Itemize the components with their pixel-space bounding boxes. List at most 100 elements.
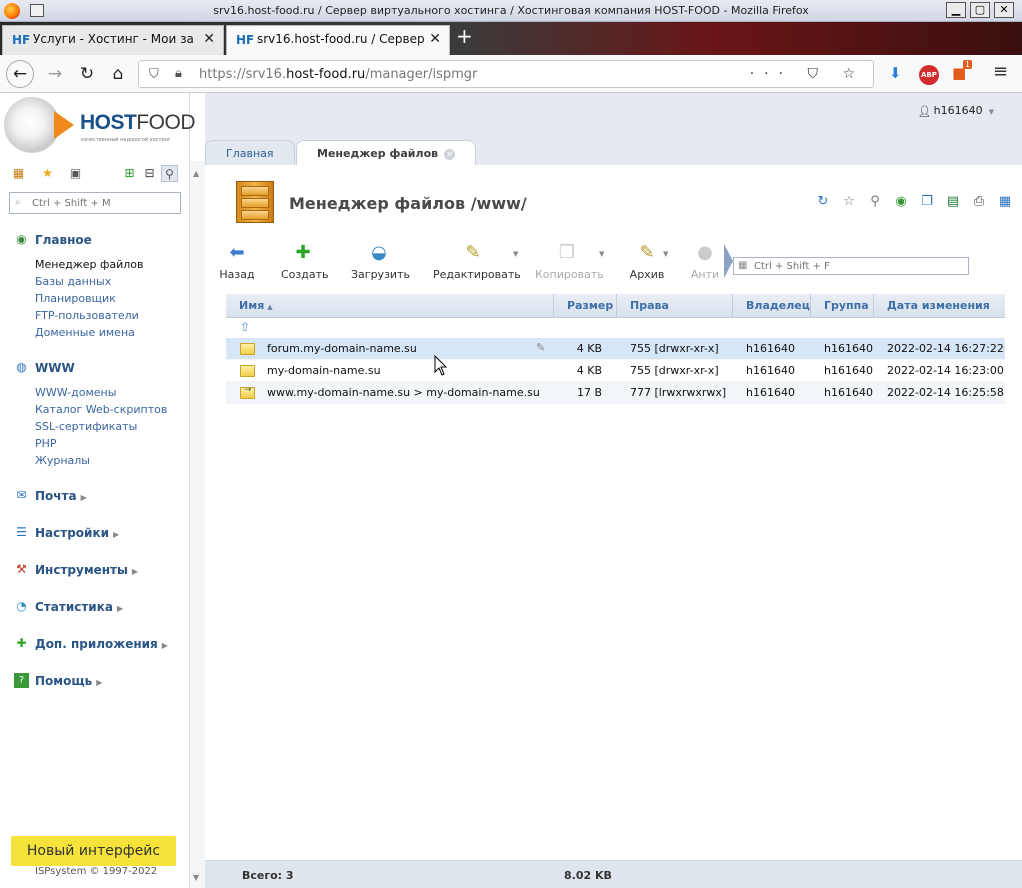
- column-perms[interactable]: Права: [617, 294, 733, 318]
- chevron-right-icon: ▶: [131, 567, 139, 576]
- sidebar-item-ssl[interactable]: SSL-сертификаты: [14, 418, 184, 435]
- back-arrow-icon: ⬅: [229, 242, 245, 263]
- menu-group-settings[interactable]: ☰ Настройки ▶: [14, 525, 184, 543]
- sidebar-item-databases[interactable]: Базы данных: [14, 273, 184, 290]
- new-interface-button[interactable]: Новый интерфейс: [11, 836, 176, 866]
- favorites-star-icon[interactable]: ★: [39, 165, 56, 182]
- column-size[interactable]: Размер: [554, 294, 617, 318]
- downloads-icon[interactable]: ⬇: [889, 64, 902, 82]
- excel-export-icon[interactable]: ▤: [944, 193, 962, 211]
- pin-icon[interactable]: ⚲: [866, 193, 884, 211]
- sidebar-item-scheduler[interactable]: Планировщик: [14, 290, 184, 307]
- sidebar-item-php[interactable]: PHP: [14, 435, 184, 452]
- table-row[interactable]: www.my-domain-name.su > my-domain-name.s…: [226, 382, 1005, 404]
- home-button[interactable]: ⌂: [105, 61, 131, 87]
- cell-name[interactable]: my-domain-name.su: [267, 360, 381, 382]
- forward-button[interactable]: →: [42, 61, 68, 87]
- hostfood-logo[interactable]: HOSTFOOD качественный недорогой хостинг: [4, 97, 196, 157]
- browser-tab-srv16[interactable]: HF srv16.host-food.ru / Сервер ✕: [226, 25, 450, 55]
- toolbar-edit-button[interactable]: ✎ Редактировать: [433, 241, 521, 283]
- file-manager-page: Менеджер файлов /www/ ↻ ☆ ⚲ ◉ ❐ ▤ ⎙ ▦ ⬅ …: [205, 165, 1022, 888]
- sidebar-item-domain-names[interactable]: Доменные имена: [14, 324, 184, 341]
- tab-file-manager[interactable]: Менеджер файлов ✕: [296, 140, 477, 166]
- close-tab-icon[interactable]: ✕: [203, 31, 215, 47]
- table-settings-icon[interactable]: ▦: [996, 193, 1014, 211]
- table-row[interactable]: forum.my-domain-name.su ✎ 4 KB 755 [drwx…: [226, 338, 1005, 360]
- sidebar-item-ftp-users[interactable]: FTP-пользователи: [14, 307, 184, 324]
- sidebar-item-logs[interactable]: Журналы: [14, 452, 184, 469]
- file-cabinet-icon: [232, 181, 278, 223]
- archive-dropdown-icon[interactable]: ▼: [663, 250, 668, 258]
- column-modified[interactable]: Дата изменения: [874, 294, 1005, 318]
- table-header: Имя ▲ Размер Права Владелец Группа Дата и…: [226, 294, 1005, 318]
- toolbar-create-button[interactable]: ✚ Создать: [281, 241, 329, 283]
- menu-group-mail[interactable]: ✉ Почта ▶: [14, 488, 184, 506]
- close-tab-icon[interactable]: ✕: [444, 149, 456, 160]
- sidebar-item-file-manager[interactable]: Менеджер файлов: [14, 256, 184, 273]
- copy-list-icon[interactable]: ❐: [918, 193, 936, 211]
- scroll-down-icon[interactable]: ▼: [193, 873, 199, 882]
- minimize-button[interactable]: ▁: [946, 2, 966, 18]
- menu-group-help[interactable]: ? Помощь ▶: [14, 673, 184, 691]
- sidebar-search-input[interactable]: [32, 196, 177, 211]
- column-owner[interactable]: Владелец: [733, 294, 811, 318]
- toolbar-antivirus-button[interactable]: ● Анти: [689, 241, 721, 283]
- lock-icon[interactable]: 🔒︎: [175, 66, 182, 81]
- parent-dir-row[interactable]: ⇧: [226, 318, 1005, 338]
- close-tab-icon[interactable]: ✕: [429, 31, 441, 47]
- collapse-all-icon[interactable]: ⊟: [141, 165, 158, 182]
- close-window-button[interactable]: ✕: [994, 2, 1014, 18]
- browser-navbar: ← → ↻ ⌂ ⛉ 🔒︎ https://srv16.host-food.ru/…: [0, 55, 1022, 93]
- plus-icon: ✚: [16, 636, 27, 650]
- copyright: ISPsystem © 1997-2022: [35, 866, 158, 877]
- print-icon[interactable]: ⎙: [970, 193, 988, 211]
- adblock-icon[interactable]: ABP: [919, 65, 939, 85]
- user-menu[interactable]: 👤︎ h161640 ▼: [918, 104, 994, 118]
- table-search[interactable]: ▦: [733, 257, 969, 275]
- briefcase-icon[interactable]: ▣: [67, 165, 84, 182]
- column-group[interactable]: Группа: [811, 294, 874, 318]
- copy-dropdown-icon[interactable]: ▼: [599, 250, 604, 258]
- maximize-button[interactable]: ▢: [970, 2, 990, 18]
- toolbar-archive-button[interactable]: ✎ Архив: [627, 241, 667, 283]
- new-tab-button[interactable]: +: [456, 24, 473, 48]
- back-button[interactable]: ←: [6, 60, 34, 88]
- table-search-input[interactable]: [754, 260, 964, 273]
- sidebar-item-web-scripts[interactable]: Каталог Web-скриптов: [14, 401, 184, 418]
- export-web-icon[interactable]: ◉: [892, 193, 910, 211]
- menu-group-header[interactable]: ◍ WWW: [14, 360, 184, 378]
- menu-group-header[interactable]: ◉ Главное: [14, 232, 184, 250]
- shield-icon[interactable]: ⛉: [149, 67, 159, 82]
- up-folder-icon[interactable]: ⇧: [240, 320, 256, 336]
- menu-group-stats[interactable]: ◔ Статистика ▶: [14, 599, 184, 617]
- toolbar-upload-button[interactable]: ◒ Загрузить: [351, 241, 410, 283]
- scroll-up-icon[interactable]: ▲: [193, 169, 199, 178]
- url-bar[interactable]: ⛉ 🔒︎ https://srv16.host-food.ru/manager/…: [138, 60, 874, 88]
- tree-view-icon[interactable]: ▦: [10, 165, 27, 182]
- tab-home[interactable]: Главная: [205, 140, 295, 165]
- toolbar-back-button[interactable]: ⬅ Назад: [219, 241, 255, 283]
- rename-pencil-icon[interactable]: ✎: [536, 341, 545, 354]
- url-text[interactable]: https://srv16.host-food.ru/manager/ispmg…: [199, 67, 477, 82]
- folder-icon: [240, 343, 255, 355]
- pin-sidebar-icon[interactable]: ⚲: [161, 165, 178, 182]
- chevron-right-icon: ▶: [96, 678, 103, 687]
- menu-group-tools[interactable]: ⚒ Инструменты ▶: [14, 562, 184, 580]
- browser-tab-services[interactable]: HF Услуги - Хостинг - Мои за ✕: [2, 25, 224, 55]
- expand-all-icon[interactable]: ⊞: [121, 165, 138, 182]
- reload-button[interactable]: ↻: [74, 61, 100, 87]
- favorite-star-icon[interactable]: ☆: [840, 193, 858, 211]
- cell-name[interactable]: forum.my-domain-name.su: [267, 338, 417, 360]
- page-actions-icon[interactable]: ··· ⛉ ☆: [750, 66, 865, 82]
- refresh-icon[interactable]: ↻: [814, 193, 832, 211]
- toolbar-copy-button[interactable]: ❐ Копировать: [535, 241, 604, 283]
- column-name[interactable]: Имя ▲: [226, 294, 554, 318]
- edit-dropdown-icon[interactable]: ▼: [513, 250, 518, 258]
- table-row[interactable]: my-domain-name.su 4 KB 755 [drwxr-xr-x] …: [226, 360, 1005, 382]
- menu-icon[interactable]: ≡: [993, 61, 1008, 82]
- sidebar-search[interactable]: ⌕: [9, 192, 181, 214]
- cell-name[interactable]: www.my-domain-name.su > my-domain-name.s…: [267, 382, 540, 404]
- sidebar-item-www-domains[interactable]: WWW-домены: [14, 384, 184, 401]
- menu-group-apps[interactable]: ✚ Доп. приложения ▶: [14, 636, 184, 654]
- sidebar-scrollbar[interactable]: ▲ ▼: [190, 161, 205, 888]
